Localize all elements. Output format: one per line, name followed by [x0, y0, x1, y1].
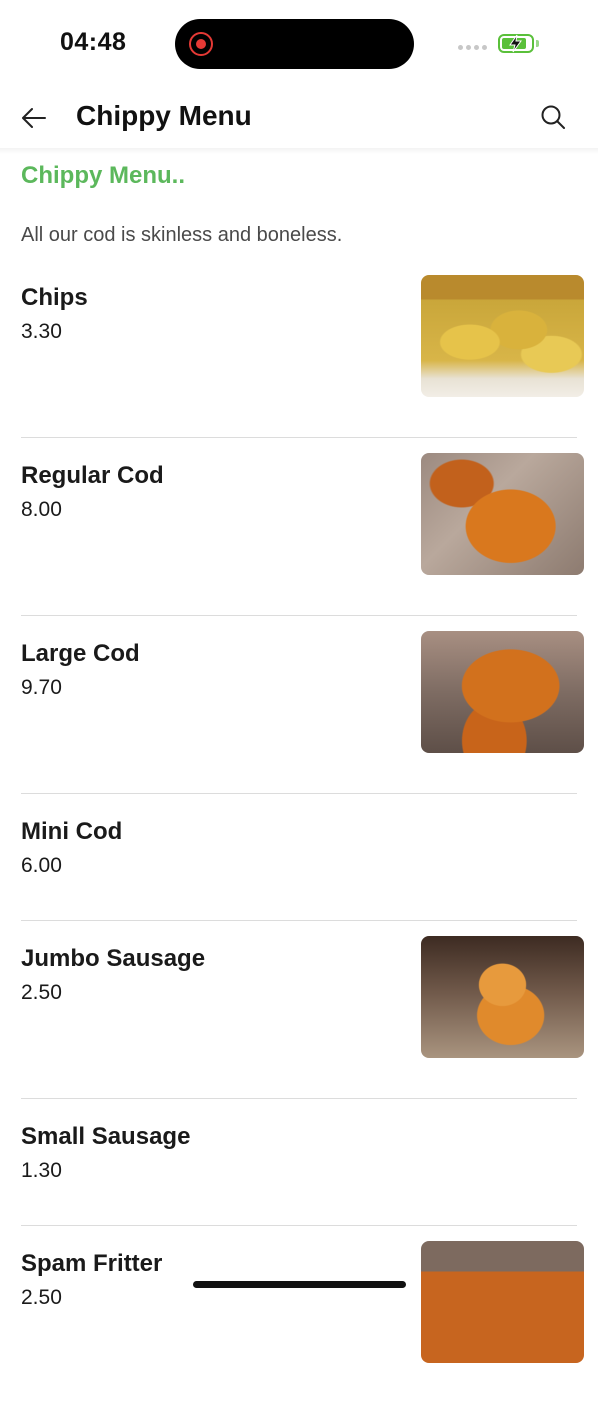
app-header: Chippy Menu: [0, 88, 598, 148]
section-description: All our cod is skinless and boneless.: [21, 224, 343, 246]
home-indicator: [193, 1281, 406, 1288]
menu-item-jumbo-sausage[interactable]: Jumbo Sausage 2.50: [0, 921, 598, 1099]
screen-recording-icon: [189, 32, 213, 56]
item-name: Jumbo Sausage: [21, 945, 206, 972]
item-price: 2.50: [21, 1286, 62, 1309]
battered-sausage-photo: [421, 936, 584, 1058]
item-name: Chips: [21, 284, 88, 311]
status-time: 04:48: [60, 28, 127, 56]
battery-cap: [536, 40, 539, 47]
item-price: 1.30: [21, 1159, 62, 1182]
section-title: Chippy Menu..: [21, 162, 185, 189]
battery-icon: [498, 34, 534, 53]
status-bar: 04:48: [0, 0, 598, 88]
search-button[interactable]: [538, 102, 568, 132]
signal-icon: [458, 45, 487, 50]
arrow-left-icon: [22, 108, 46, 128]
menu-item-regular-cod[interactable]: Regular Cod 8.00: [0, 438, 598, 616]
charging-bolt-icon: [509, 34, 522, 53]
menu-item-spam-fritter[interactable]: Spam Fritter 2.50: [0, 1226, 598, 1404]
battered-cod-photo: [421, 453, 584, 575]
menu-list: Chips 3.30 Regular Cod 8.00 Large Cod 9.…: [0, 260, 598, 1404]
menu-item-chips[interactable]: Chips 3.30: [0, 260, 598, 438]
search-icon: [541, 105, 565, 129]
item-name: Mini Cod: [21, 818, 123, 845]
item-name: Large Cod: [21, 640, 140, 667]
page-title: Chippy Menu: [76, 100, 252, 131]
dynamic-island: [175, 19, 414, 69]
item-name: Small Sausage: [21, 1123, 191, 1150]
item-price: 8.00: [21, 498, 62, 521]
header-shadow: [0, 148, 598, 154]
item-price: 2.50: [21, 981, 62, 1004]
item-price: 9.70: [21, 676, 62, 699]
item-name: Spam Fritter: [21, 1250, 163, 1277]
battered-cod-photo: [421, 631, 584, 753]
back-button[interactable]: [18, 102, 50, 134]
menu-item-small-sausage[interactable]: Small Sausage 1.30: [0, 1099, 598, 1226]
menu-item-mini-cod[interactable]: Mini Cod 6.00: [0, 794, 598, 921]
spam-fritter-photo: [421, 1241, 584, 1363]
item-name: Regular Cod: [21, 462, 164, 489]
menu-item-large-cod[interactable]: Large Cod 9.70: [0, 616, 598, 794]
item-price: 3.30: [21, 320, 62, 343]
chips-photo: [421, 275, 584, 397]
item-price: 6.00: [21, 854, 62, 877]
